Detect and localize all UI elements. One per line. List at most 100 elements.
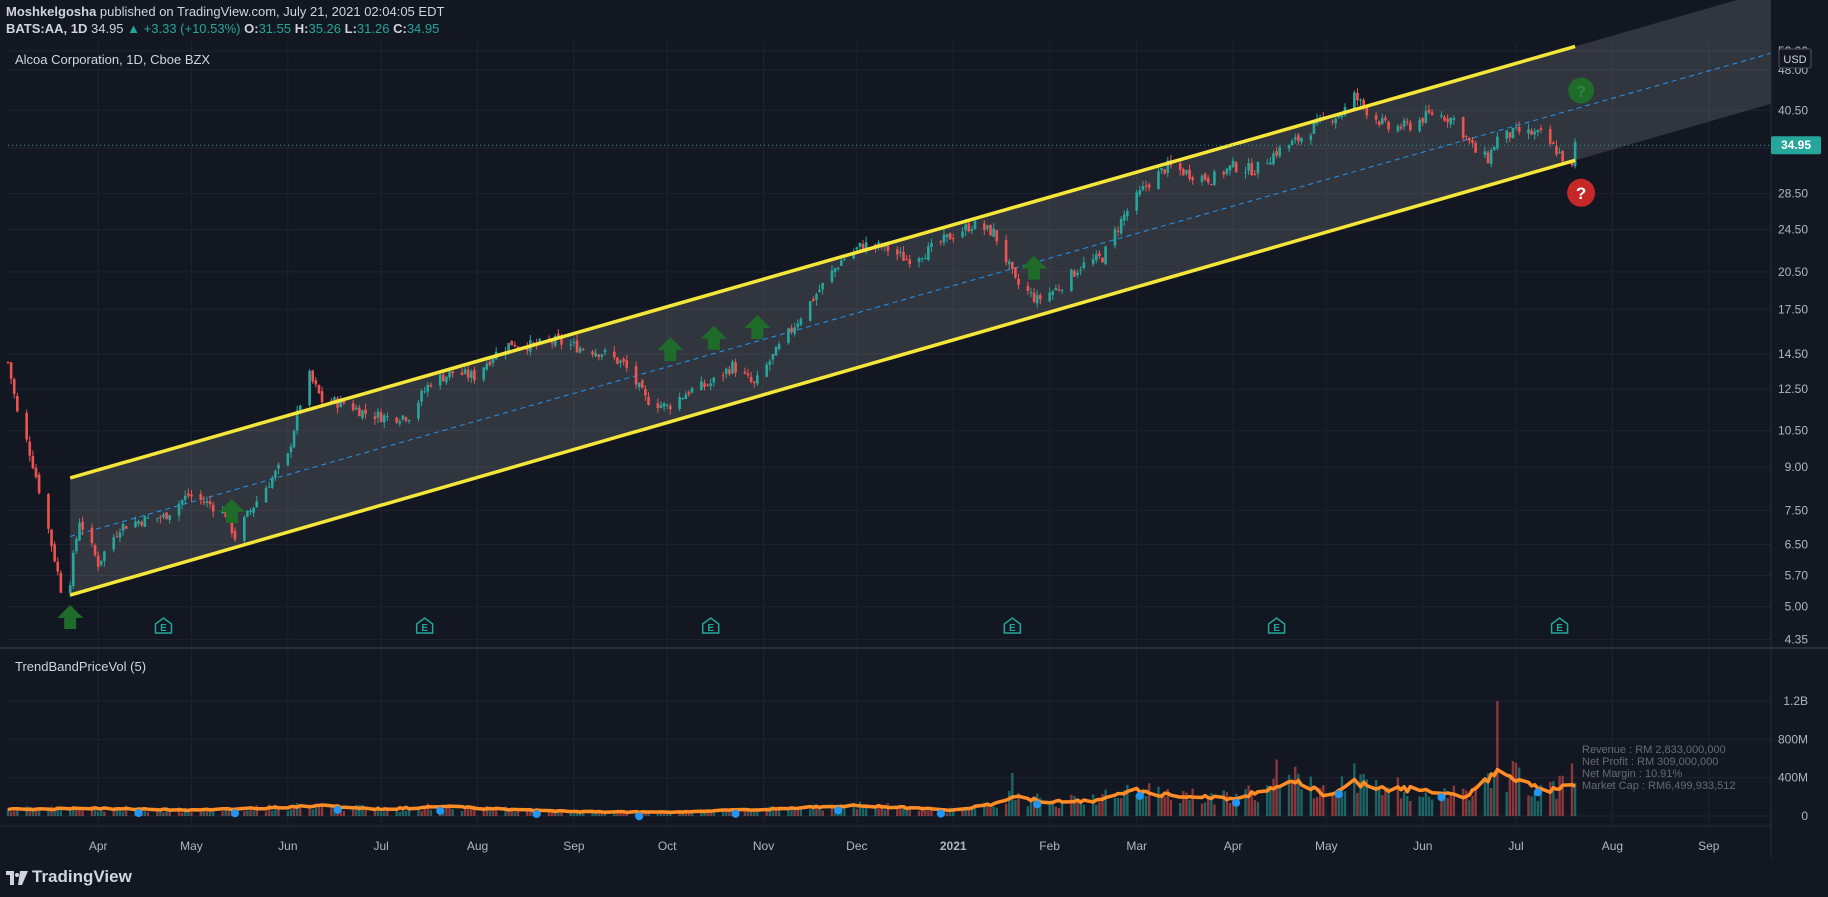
volume-bar xyxy=(451,808,454,816)
candle-body xyxy=(417,402,420,419)
candle-body xyxy=(774,346,778,356)
candle-body xyxy=(1377,121,1381,125)
volume-axis[interactable]: 1.2B 800M 400M 0 xyxy=(1778,694,1808,823)
candle-body xyxy=(1508,132,1512,138)
candle-body xyxy=(379,412,383,422)
candle-body xyxy=(1269,162,1272,165)
candle-body xyxy=(90,527,94,544)
chart-canvas[interactable]: EEEEEE ?? Revenue : RM 2,833,000,000Net … xyxy=(0,0,1828,897)
channel-lower-line[interactable] xyxy=(69,158,1576,597)
candle-body xyxy=(25,412,28,440)
candle-body xyxy=(1032,292,1036,302)
candle-body xyxy=(1496,136,1499,149)
candle-body xyxy=(1533,131,1536,135)
candle-body xyxy=(1135,192,1138,211)
time-tick-label: Apr xyxy=(89,839,108,853)
volume-bar xyxy=(753,811,756,816)
volume-bar xyxy=(1098,802,1101,816)
candle-body xyxy=(134,521,137,528)
candle-body xyxy=(1144,185,1148,187)
volume-bar xyxy=(342,810,346,816)
candle-body xyxy=(591,351,594,355)
candle-body xyxy=(656,403,660,409)
candle-body xyxy=(902,251,905,261)
earnings-label: E xyxy=(1009,623,1016,634)
candle-body xyxy=(1113,229,1117,246)
volume-dot xyxy=(230,809,239,818)
volume-bar xyxy=(1461,788,1465,816)
volume-bar xyxy=(1244,789,1247,816)
volume-tick-label: 400M xyxy=(1778,771,1808,785)
price-tick-label: 12.50 xyxy=(1778,382,1808,396)
price-tick-label: 20.50 xyxy=(1778,265,1808,279)
candle-body xyxy=(613,351,616,358)
earnings-label: E xyxy=(421,623,428,634)
volume-bar xyxy=(1054,806,1058,816)
volume-bar xyxy=(398,811,401,816)
candle-body xyxy=(1374,115,1378,120)
candle-body xyxy=(1079,269,1083,271)
candle-body xyxy=(861,243,865,249)
candle-body xyxy=(787,328,790,343)
volume-bar xyxy=(1331,795,1334,816)
volume-bar xyxy=(1008,790,1011,816)
candle-body xyxy=(858,242,862,247)
channel-upper-line[interactable] xyxy=(69,44,1576,480)
candle-body xyxy=(575,340,579,353)
candle-body xyxy=(155,518,159,520)
time-axis[interactable]: Apr May Jun Jul Aug Sep Oct Nov Dec 2021 Feb Mar Apr… xyxy=(89,839,1720,853)
candle-body xyxy=(404,417,408,421)
candle-body xyxy=(821,282,824,290)
candle-body xyxy=(358,407,361,417)
volume-bar xyxy=(429,809,433,816)
volume-bar xyxy=(1203,802,1207,816)
candle-body xyxy=(1007,261,1011,265)
candle-body xyxy=(756,375,759,384)
candle-body xyxy=(687,392,691,395)
candle-body xyxy=(1536,130,1540,133)
candle-body xyxy=(684,394,688,400)
candle-body xyxy=(917,258,921,262)
candle-body xyxy=(1004,239,1008,263)
volume-bar xyxy=(103,811,106,816)
candle-body xyxy=(625,360,629,368)
info-line: Market Cap : RM6,499,933,512 xyxy=(1582,780,1735,792)
volume-dot xyxy=(1334,790,1343,799)
candle-body xyxy=(121,523,125,531)
candle-body xyxy=(1228,165,1232,171)
candle-body xyxy=(1396,126,1400,132)
volume-bar xyxy=(1269,789,1272,816)
volume-bar xyxy=(1378,788,1381,816)
candle-body xyxy=(429,384,433,387)
candle-body xyxy=(162,514,165,518)
candle-body xyxy=(28,441,32,456)
candle-body xyxy=(211,504,215,512)
candle-body xyxy=(165,512,168,520)
candle-body xyxy=(96,555,100,567)
volume-bar xyxy=(924,810,927,816)
candle-body xyxy=(948,233,952,240)
volume-bar xyxy=(1356,792,1359,816)
volume-bar xyxy=(78,810,81,816)
candle-body xyxy=(793,327,796,334)
volume-bar xyxy=(13,811,16,816)
candle-body xyxy=(765,364,768,377)
volume-bar xyxy=(1309,776,1313,816)
candle-body xyxy=(815,294,818,300)
volume-bar xyxy=(886,803,890,816)
candle-body xyxy=(1353,92,1356,109)
candle-body xyxy=(1552,142,1555,145)
price-axis[interactable]: 52.0048.0040.5034.5028.5024.5020.5017.50… xyxy=(1778,44,1808,647)
candle-body xyxy=(945,234,949,237)
candle-body xyxy=(59,572,63,593)
candle-body xyxy=(463,369,467,374)
tradingview-logo[interactable]: TradingView xyxy=(6,867,132,887)
volume-dot xyxy=(134,809,143,818)
candle-body xyxy=(34,467,38,478)
candle-body xyxy=(1464,135,1468,137)
candle-body xyxy=(951,238,955,240)
candle-body xyxy=(728,369,731,374)
candle-body xyxy=(16,395,19,412)
time-tick-label: Jun xyxy=(1413,839,1432,853)
candle-body xyxy=(1381,118,1384,124)
